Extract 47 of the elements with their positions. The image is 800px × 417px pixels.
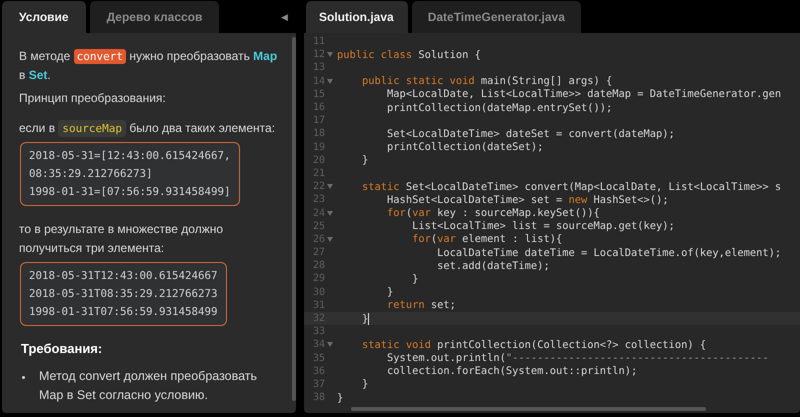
code-line: } bbox=[386, 286, 394, 298]
fold-arrow-icon[interactable] bbox=[327, 210, 333, 216]
tab[interactable]: Условие bbox=[2, 1, 86, 33]
code-line: set.add(dateTime); bbox=[436, 260, 550, 272]
code-line: System.out.println("----------------------------------------- bbox=[386, 352, 769, 364]
code-line: List<LocalTime> list = sourceMap.get(key); bbox=[411, 220, 675, 232]
code-line: public static void main(String[] args) { bbox=[361, 75, 612, 88]
code-line: Set<LocalDateTime> dateSet = convert(dateMap); bbox=[386, 128, 675, 140]
paragraph: Принцип преобразования: bbox=[19, 90, 167, 107]
code-line: static void printCollection(Collection<?> collection) { bbox=[361, 338, 706, 351]
scrollbar[interactable] bbox=[292, 37, 296, 401]
bullet-icon bbox=[22, 376, 25, 379]
code-line: } bbox=[361, 378, 368, 390]
scrollbar[interactable] bbox=[351, 407, 706, 411]
paragraph: если в sourceMap было два таких элемента: bbox=[19, 119, 276, 138]
fold-arrow-icon[interactable] bbox=[327, 342, 333, 348]
code-line: } bbox=[361, 154, 368, 166]
code-line: return set; bbox=[386, 299, 456, 312]
fold-arrow-icon[interactable] bbox=[327, 236, 333, 242]
code-line: LocalDateTime dateTime = LocalDateTime.of(key,element); bbox=[436, 246, 782, 259]
fold-arrow-icon[interactable] bbox=[327, 52, 333, 58]
fold-arrow-icon[interactable] bbox=[327, 184, 333, 190]
code-line: } bbox=[337, 392, 344, 404]
text-cursor bbox=[368, 312, 370, 325]
code-example: 2018-05-31T12:43:00.615424667 2018-05-31T08:35:29.212766273 1998-01-31T07:56:59.931458499 bbox=[20, 262, 227, 326]
fold-arrow-icon[interactable] bbox=[327, 78, 333, 84]
tab[interactable]: Дерево классов bbox=[90, 1, 220, 33]
code-line: } bbox=[361, 312, 368, 325]
code-line: for(var key : sourceMap.keySet()){ bbox=[386, 207, 600, 220]
code-line: for(var element : list){ bbox=[411, 233, 562, 246]
code-line: public class Solution { bbox=[337, 48, 481, 61]
code-example: 2018-05-31=[12:43:00.615424667, 08:35:29.212766273] 1998-01-31=[07:56:59.931458499] bbox=[20, 142, 240, 206]
file-tab[interactable]: DateTimeGenerator.java bbox=[412, 1, 581, 33]
list-item: Метод convert должен преобразовать Map в Set согласно условию. bbox=[39, 368, 258, 404]
file-tab[interactable]: Solution.java bbox=[306, 1, 408, 33]
code-line: collection.forEach(System.out::println); bbox=[386, 365, 638, 378]
code-line: } bbox=[411, 272, 418, 285]
code-editor[interactable] bbox=[304, 33, 800, 413]
code-line: Map<LocalDate, List<LocalTime>> dateMap = DateTimeGenerator.gen bbox=[386, 88, 782, 100]
code-line: printCollection(dateMap.entrySet()); bbox=[386, 102, 612, 114]
code-line: HashSet<LocalDateTime> set = new HashSet<>(); bbox=[386, 194, 669, 206]
code-line: static Set<LocalDateTime> convert(Map<LocalDate, List<LocalTime>> s bbox=[361, 180, 782, 193]
paragraph: то в результате в множестве должно получиться три элемента: bbox=[19, 221, 224, 257]
collapse-button[interactable]: ◀ bbox=[281, 0, 288, 33]
code-line: printCollection(dateSet); bbox=[386, 141, 544, 154]
section-heading: Требования: bbox=[21, 340, 104, 357]
paragraph: В методе convert нужно преобразовать Map в Set. bbox=[19, 48, 278, 84]
